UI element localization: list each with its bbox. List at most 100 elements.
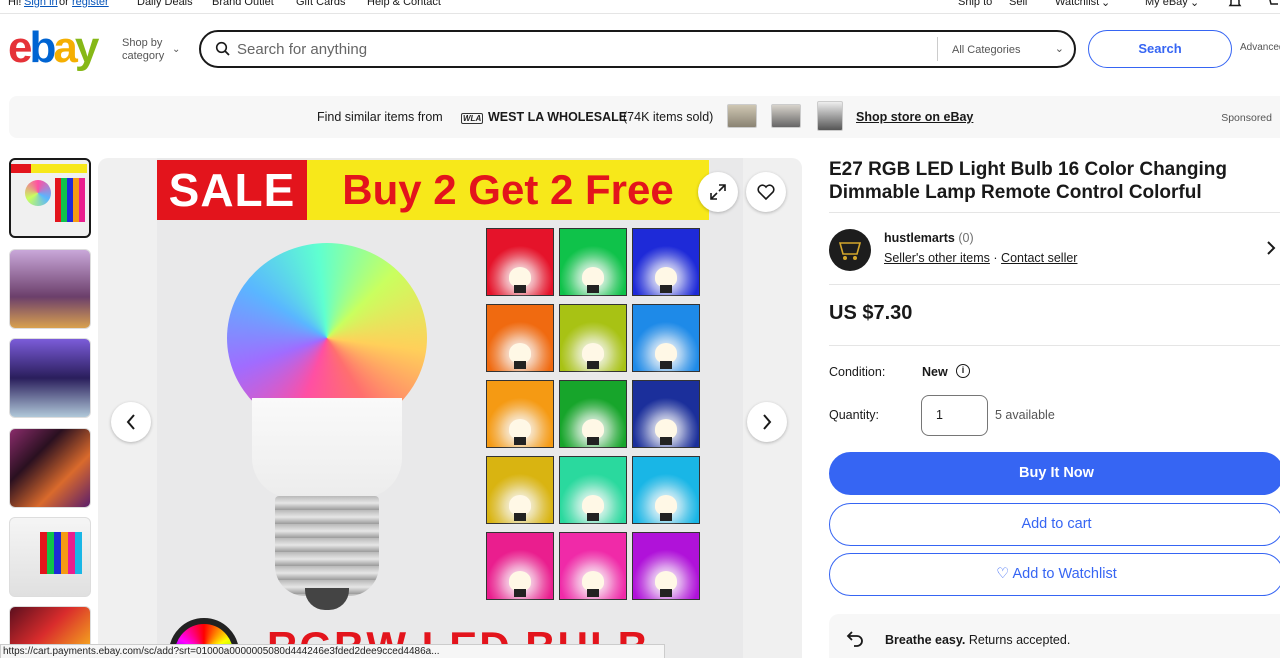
items-sold: (74K items sold) — [623, 110, 714, 124]
thumbnail-3[interactable] — [9, 338, 91, 418]
cart-icon[interactable] — [1266, 0, 1280, 12]
breathe-easy: Breathe easy. — [885, 633, 966, 647]
ebay-logo[interactable]: ebay — [8, 26, 99, 70]
color-grid — [486, 228, 702, 605]
price: US $7.30 — [829, 302, 913, 324]
store-item-thumbnail[interactable] — [817, 101, 843, 131]
search-icon — [215, 41, 231, 57]
quantity-input[interactable]: 1 — [921, 395, 988, 436]
condition-value: New — [922, 365, 948, 379]
add-to-cart-button[interactable]: Add to cart — [829, 503, 1280, 546]
or-text: or — [59, 0, 69, 8]
store-item-thumbnail[interactable] — [771, 104, 801, 128]
returns-text: Breathe easy. Returns accepted. — [885, 633, 1070, 647]
help-contact-link[interactable]: Help & Contact — [367, 0, 441, 8]
return-arrow-icon — [845, 628, 865, 654]
chevron-right-icon[interactable] — [1266, 240, 1276, 261]
returns-accepted: Returns accepted. — [968, 633, 1071, 647]
chevron-down-icon[interactable]: ⌄ — [1190, 0, 1199, 9]
sponsored-label: Sponsored — [1221, 112, 1272, 124]
color-swatch — [632, 304, 700, 372]
store-banner: Find similar items from WLA WEST LA WHOL… — [9, 96, 1280, 138]
find-similar-text: Find similar items from — [317, 110, 443, 124]
color-swatch — [486, 532, 554, 600]
sale-text: SALE — [157, 160, 307, 220]
color-swatch — [486, 380, 554, 448]
brand-outlet-link[interactable]: Brand Outlet — [212, 0, 274, 8]
top-nav: Hi! Sign in or register Daily Deals Bran… — [0, 0, 1280, 14]
sign-in-link[interactable]: Sign in — [24, 0, 58, 8]
color-swatch — [559, 304, 627, 372]
bulb-base — [275, 496, 379, 596]
color-swatch — [559, 380, 627, 448]
bulb-tip — [305, 588, 349, 610]
color-swatch — [559, 228, 627, 296]
color-swatch — [632, 228, 700, 296]
color-swatch — [486, 228, 554, 296]
gift-cards-link[interactable]: Gift Cards — [296, 0, 346, 8]
category-select[interactable]: All Categories ⌄ — [937, 37, 1074, 61]
seller-links: Seller's other items · Contact seller — [884, 251, 1078, 265]
main-image-viewer[interactable]: SALE Buy 2 Get 2 Free RGBW LED BULB — [98, 158, 802, 658]
thumbnail-2[interactable] — [9, 249, 91, 329]
advanced-search-link[interactable]: Advanced — [1240, 42, 1280, 53]
browser-status-bar: https://cart.payments.ebay.com/sc/add?sr… — [0, 644, 665, 658]
previous-image-button[interactable] — [111, 402, 151, 442]
color-swatch — [559, 456, 627, 524]
available-count: 5 available — [995, 408, 1055, 422]
category-label: category — [122, 50, 165, 62]
divider — [829, 212, 1280, 213]
search-bar: All Categories ⌄ — [199, 30, 1076, 68]
divider — [829, 345, 1280, 346]
seller-avatar[interactable] — [829, 229, 871, 271]
heart-icon[interactable] — [746, 172, 786, 212]
returns-banner: Breathe easy. Returns accepted. — [829, 614, 1280, 658]
color-swatch — [632, 456, 700, 524]
seller-other-items-link[interactable]: Seller's other items — [884, 251, 990, 265]
ship-to-link[interactable]: Ship to — [958, 0, 992, 8]
color-swatch — [632, 380, 700, 448]
chevron-down-icon: ⌄ — [172, 44, 181, 55]
promo-text: Buy 2 Get 2 Free — [307, 160, 709, 220]
my-ebay-link[interactable]: My eBay — [1145, 0, 1188, 8]
watchlist-link[interactable]: Watchlist — [1055, 0, 1099, 8]
search-button[interactable]: Search — [1088, 30, 1232, 68]
next-image-button[interactable] — [747, 402, 787, 442]
quantity-label: Quantity: — [829, 408, 880, 422]
shop-store-link[interactable]: Shop store on eBay — [856, 110, 973, 124]
daily-deals-link[interactable]: Daily Deals — [137, 0, 193, 8]
buy-it-now-button[interactable]: Buy It Now — [829, 452, 1280, 495]
condition-label: Condition: — [829, 365, 886, 379]
thumbnail-1[interactable] — [9, 158, 91, 238]
bell-icon[interactable] — [1228, 0, 1242, 12]
thumbnail-4[interactable] — [9, 428, 91, 508]
store-logo[interactable]: WLA — [461, 113, 484, 124]
bulb-neck — [252, 398, 402, 498]
color-swatch — [486, 456, 554, 524]
seller-name[interactable]: hustlemarts — [884, 231, 955, 245]
category-select-value: All Categories — [952, 44, 1021, 56]
color-swatch — [632, 532, 700, 600]
chevron-down-icon: ⌄ — [1054, 43, 1064, 55]
store-item-thumbnail[interactable] — [727, 104, 757, 128]
product-title: E27 RGB LED Light Bulb 16 Color Changing… — [829, 159, 1227, 203]
chevron-down-icon[interactable]: ⌄ — [1101, 0, 1110, 9]
thumbnail-5[interactable] — [9, 517, 91, 597]
divider — [829, 284, 1280, 285]
seller-feedback: (0) — [958, 231, 974, 245]
product-image: SALE Buy 2 Get 2 Free RGBW LED BULB — [157, 158, 743, 658]
color-swatch — [559, 532, 627, 600]
register-link[interactable]: register — [72, 0, 109, 8]
shop-by-category-button[interactable]: Shop by category ⌄ — [122, 37, 180, 63]
add-to-watchlist-button[interactable]: ♡ Add to Watchlist — [829, 553, 1280, 596]
expand-icon[interactable] — [698, 172, 738, 212]
seller-info: hustlemarts (0) — [884, 231, 974, 245]
search-input[interactable] — [237, 38, 927, 60]
color-swatch — [486, 304, 554, 372]
contact-seller-link[interactable]: Contact seller — [1001, 251, 1077, 265]
shop-by-label: Shop by — [122, 37, 163, 49]
info-icon[interactable]: i — [956, 364, 970, 378]
store-name[interactable]: WEST LA WHOLESALE — [488, 110, 627, 124]
sell-link[interactable]: Sell — [1009, 0, 1027, 8]
greeting: Hi! — [8, 0, 22, 8]
